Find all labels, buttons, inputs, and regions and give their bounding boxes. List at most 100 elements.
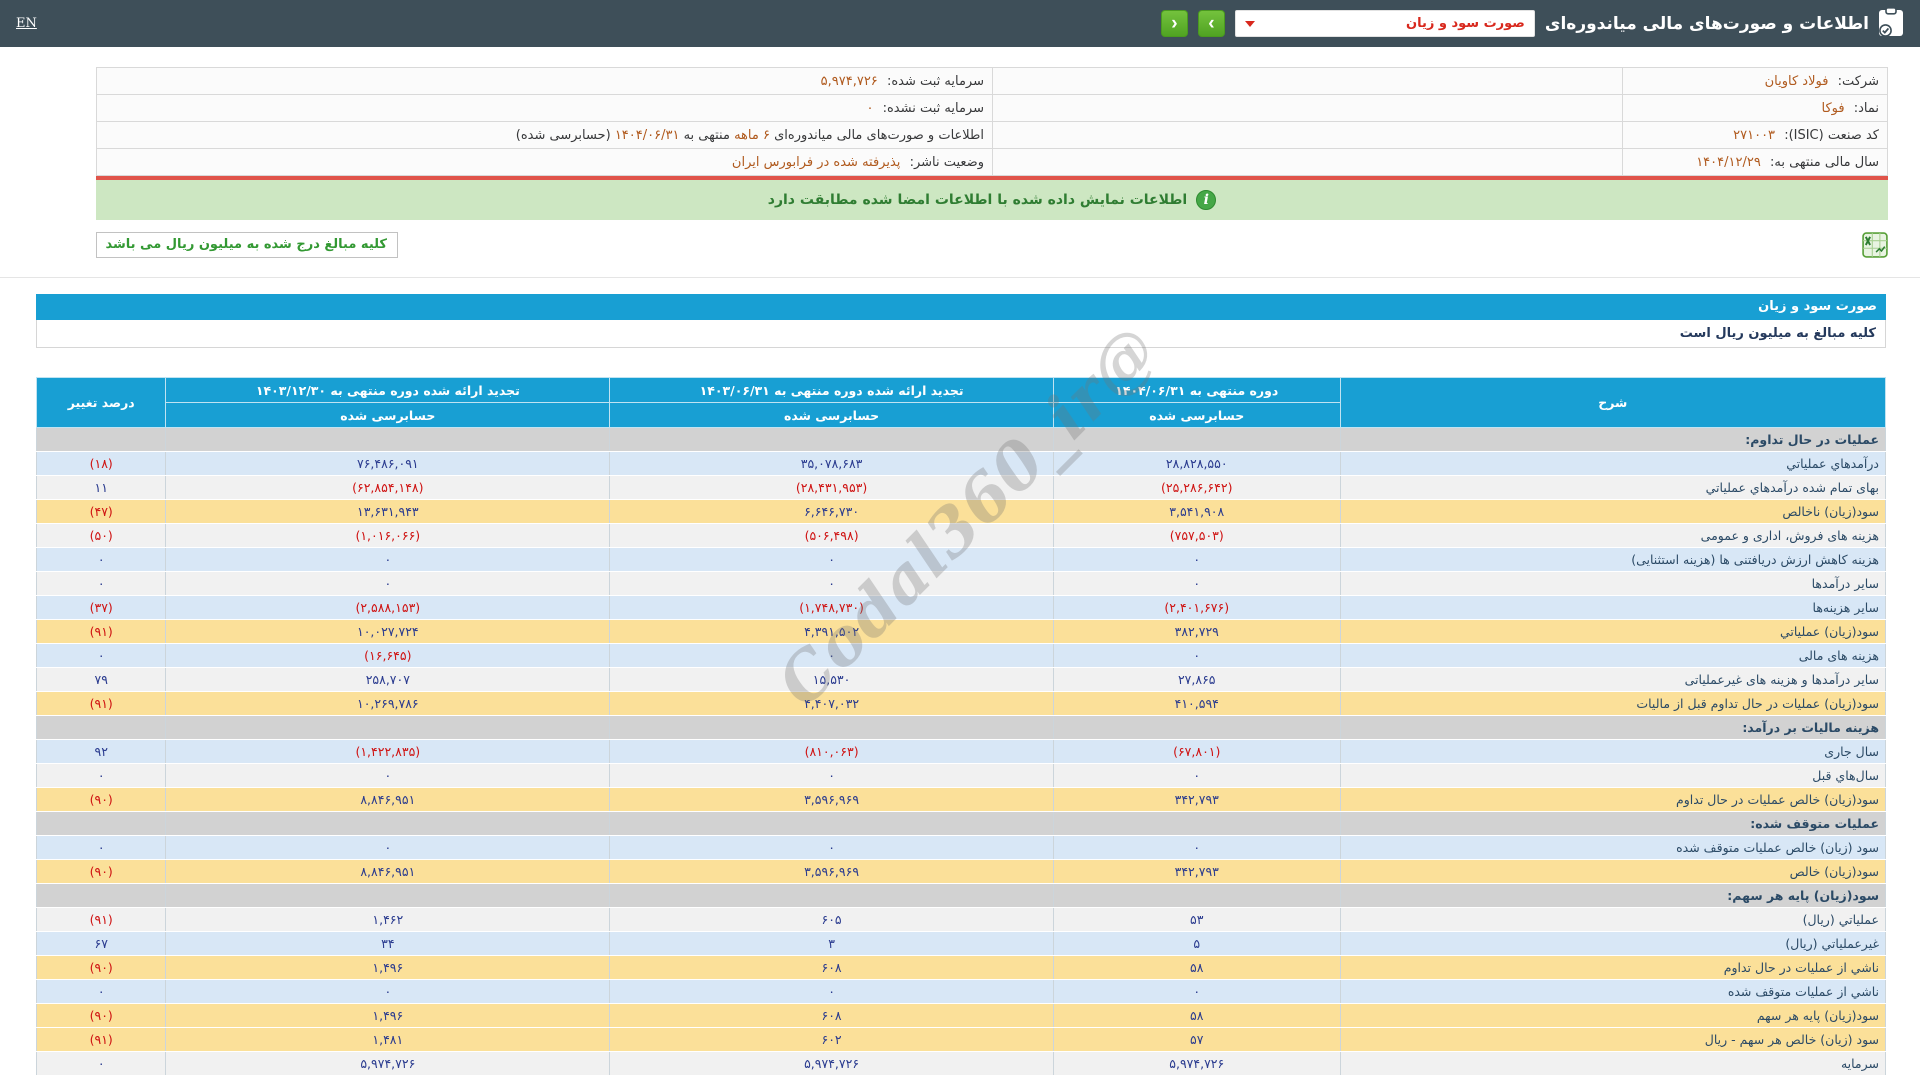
row-label: سود(زیان) عملیاتي [1339, 619, 1887, 644]
info-icon: i [1196, 190, 1217, 210]
symbol-field: نماد: فوکا [1622, 94, 1888, 122]
column-header-restated-annual: تجدید ارائه شده دوره منتهی به ۱۴۰۳/۱۲/۳۰ [165, 377, 611, 403]
value-percent-change: ۰ [35, 763, 167, 788]
value-current-period: ۳۴۲,۷۹۳ [1052, 859, 1341, 884]
value-restated-prior-period: (۵۰۶,۴۹۸) [609, 523, 1054, 548]
value-restated-prior-period [609, 715, 1054, 740]
value-restated-prior-period: (۱,۷۴۸,۷۳۰) [609, 595, 1054, 620]
table-row: سود (زیان) خالص عملیات متوقف شده ۰ ۰ ۰ ۰ [35, 835, 1887, 860]
value-current-period: ۵۷ [1052, 1027, 1341, 1052]
table-row: سود (زیان) خالص هر سهم - ریال ۵۷ ۶۰۲ ۱,۴… [35, 1027, 1887, 1052]
row-label: سود(زیان) خالص عملیات در حال تداوم [1339, 787, 1887, 812]
value-restated-annual: ۱۳,۶۳۱,۹۴۳ [165, 499, 611, 524]
value-current-period: ۲۸,۸۲۸,۵۵۰ [1052, 451, 1341, 476]
excel-export-button[interactable] [1862, 232, 1888, 261]
value-restated-prior-period: ۳,۵۹۶,۹۶۹ [609, 859, 1054, 884]
english-language-link[interactable]: EN [16, 16, 37, 31]
value-restated-annual: ۱,۴۸۱ [165, 1027, 611, 1052]
company-info-section: شرکت: فولاد کاویان سرمایه ثبت شده: ۵,۹۷۴… [96, 67, 1888, 180]
value-current-period: (۶۷,۸۰۱) [1052, 739, 1341, 764]
value-restated-annual: ۰ [165, 979, 611, 1004]
table-row: عملیات متوقف شده: [35, 811, 1887, 836]
next-statement-button[interactable]: › [1197, 10, 1225, 37]
value-current-period: ۵۸ [1052, 1003, 1341, 1028]
row-label: سایر درآمدها [1339, 571, 1887, 596]
table-row: سود(زیان) پایه هر سهم: [35, 883, 1887, 908]
table-row: ناشي از عملیات در حال تداوم ۵۸ ۶۰۸ ۱,۴۹۶… [35, 955, 1887, 980]
profit-loss-statement-section: صورت سود و زیان کلیه مبالغ به میلیون ریا… [35, 294, 1887, 1076]
value-percent-change: (۹۰) [35, 1003, 167, 1028]
value-percent-change [35, 811, 167, 836]
row-label: غیرعملیاتي (ریال) [1339, 931, 1887, 956]
row-label: سود(زیان) عملیات در حال تداوم قبل از مال… [1339, 691, 1887, 716]
table-row: عملیاتي (ریال) ۵۳ ۶۰۵ ۱,۴۶۲ (۹۱) [35, 907, 1887, 932]
table-header: شرح دوره منتهی به ۱۴۰۴/۰۶/۳۱ تجدید ارائه… [35, 377, 1887, 428]
row-label: سود (زیان) خالص هر سهم - ریال [1339, 1027, 1887, 1052]
value-restated-prior-period: (۲۸,۴۳۱,۹۵۳) [609, 475, 1054, 500]
value-restated-annual: (۶۲,۸۵۴,۱۴۸) [165, 475, 611, 500]
value-restated-annual [165, 427, 611, 452]
row-label: عملیات در حال تداوم: [1339, 427, 1887, 452]
row-label: سود(زیان) پایه هر سهم [1339, 1003, 1887, 1028]
publisher-status-field: وضعیت ناشر: پذیرفته شده در فرابورس ایران [96, 148, 993, 176]
amounts-unit-note: کلیه مبالغ درج شده به میلیون ریال می باش… [96, 232, 398, 258]
value-percent-change: (۹۰) [35, 955, 167, 980]
row-label: سرمایه [1339, 1051, 1887, 1076]
value-restated-annual: ۳۴ [165, 931, 611, 956]
value-restated-annual: ۵,۹۷۴,۷۲۶ [165, 1051, 611, 1076]
value-restated-prior-period [609, 811, 1054, 836]
table-row: غیرعملیاتي (ریال) ۵ ۳ ۳۴ ۶۷ [35, 931, 1887, 956]
company-info-table: شرکت: فولاد کاویان سرمایه ثبت شده: ۵,۹۷۴… [96, 67, 1888, 176]
fiscal-year-end-field: سال مالی منتهی به: ۱۴۰۴/۱۲/۲۹ [1622, 148, 1888, 176]
value-percent-change: (۹۱) [35, 1027, 167, 1052]
section-divider [0, 277, 1920, 278]
value-current-period [1052, 811, 1341, 836]
column-header-description: شرح [1339, 377, 1887, 428]
value-restated-prior-period: ۰ [609, 763, 1054, 788]
row-label: ناشي از عملیات متوقف شده [1339, 979, 1887, 1004]
table-row: هزینه مالیات بر درآمد: [35, 715, 1887, 740]
value-restated-prior-period: ۶۰۸ [609, 1003, 1054, 1028]
value-percent-change: (۹۰) [35, 787, 167, 812]
previous-statement-button[interactable]: ‹ [1160, 10, 1188, 37]
subheader-audited: حسابرسی شده [165, 402, 611, 428]
value-restated-annual: ۷۶,۴۸۶,۰۹۱ [165, 451, 611, 476]
table-row: سال‌هاي قبل ۰ ۰ ۰ ۰ [35, 763, 1887, 788]
row-label: عملیاتي (ریال) [1339, 907, 1887, 932]
row-label: سود(زیان) ناخالص [1339, 499, 1887, 524]
info-row-isic: کد صنعت (ISIC): ۲۷۱۰۰۳ اطلاعات و صورت‌ها… [96, 121, 1888, 149]
table-row: سود(زیان) عملیات در حال تداوم قبل از مال… [35, 691, 1887, 716]
value-restated-prior-period: ۶۰۸ [609, 955, 1054, 980]
value-restated-annual: (۲,۵۸۸,۱۵۳) [165, 595, 611, 620]
row-label: هزینه کاهش ارزش دریافتنی ها (هزینه استثن… [1339, 547, 1887, 572]
row-label: سود (زیان) خالص عملیات متوقف شده [1339, 835, 1887, 860]
subheader-audited: حسابرسی شده [609, 402, 1054, 428]
value-restated-prior-period: ۳,۵۹۶,۹۶۹ [609, 787, 1054, 812]
value-current-period [1052, 715, 1341, 740]
value-percent-change: ۰ [35, 547, 167, 572]
value-restated-prior-period: ۵,۹۷۴,۷۲۶ [609, 1051, 1054, 1076]
value-percent-change: ۶۷ [35, 931, 167, 956]
value-current-period: ۵,۹۷۴,۷۲۶ [1052, 1051, 1341, 1076]
info-gap-cell [992, 94, 1623, 122]
info-row-company: شرکت: فولاد کاویان سرمایه ثبت شده: ۵,۹۷۴… [96, 67, 1888, 95]
column-header-percent-change: درصد تغییر [35, 377, 167, 428]
report-type-select[interactable]: صورت سود و زیان [1234, 10, 1535, 37]
column-header-current-period: دوره منتهی به ۱۴۰۴/۰۶/۳۱ [1052, 377, 1341, 403]
row-label: ناشي از عملیات در حال تداوم [1339, 955, 1887, 980]
value-current-period: ۲۷,۸۶۵ [1052, 667, 1341, 692]
value-percent-change: ۰ [35, 979, 167, 1004]
column-header-restated-prior-period: تجدید ارائه شده دوره منتهی به ۱۴۰۳/۰۶/۳۱ [609, 377, 1054, 403]
row-label: بهای تمام شده درآمدهاي عملیاتي [1339, 475, 1887, 500]
table-row: سود(زیان) ناخالص ۳,۵۴۱,۹۰۸ ۶,۶۴۶,۷۳۰ ۱۳,… [35, 499, 1887, 524]
excel-icon [1862, 232, 1888, 261]
value-restated-prior-period: ۰ [609, 643, 1054, 668]
signature-match-text: اطلاعات نمایش داده شده با اطلاعات امضا ش… [767, 192, 1188, 208]
value-percent-change: (۴۷) [35, 499, 167, 524]
value-restated-prior-period: ۰ [609, 835, 1054, 860]
value-restated-annual [165, 715, 611, 740]
value-restated-prior-period: ۳ [609, 931, 1054, 956]
value-current-period: ۵ [1052, 931, 1341, 956]
value-current-period: ۵۳ [1052, 907, 1341, 932]
value-restated-prior-period: ۳۵,۰۷۸,۶۸۳ [609, 451, 1054, 476]
